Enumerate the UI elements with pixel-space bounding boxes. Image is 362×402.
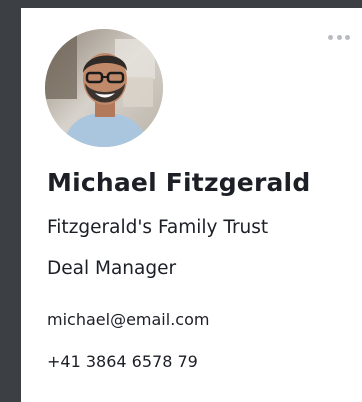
contact-email[interactable]: michael@email.com	[47, 310, 209, 329]
contact-name: Michael Fitzgerald	[47, 168, 311, 197]
more-options-icon[interactable]	[328, 33, 350, 41]
contact-card: Michael Fitzgerald Fitzgerald's Family T…	[21, 8, 362, 402]
contact-company: Fitzgerald's Family Trust	[47, 217, 269, 238]
avatar	[45, 29, 163, 147]
contact-phone[interactable]: +41 3864 6578 79	[47, 352, 198, 371]
contact-role: Deal Manager	[47, 258, 177, 279]
avatar-portrait	[45, 29, 163, 147]
